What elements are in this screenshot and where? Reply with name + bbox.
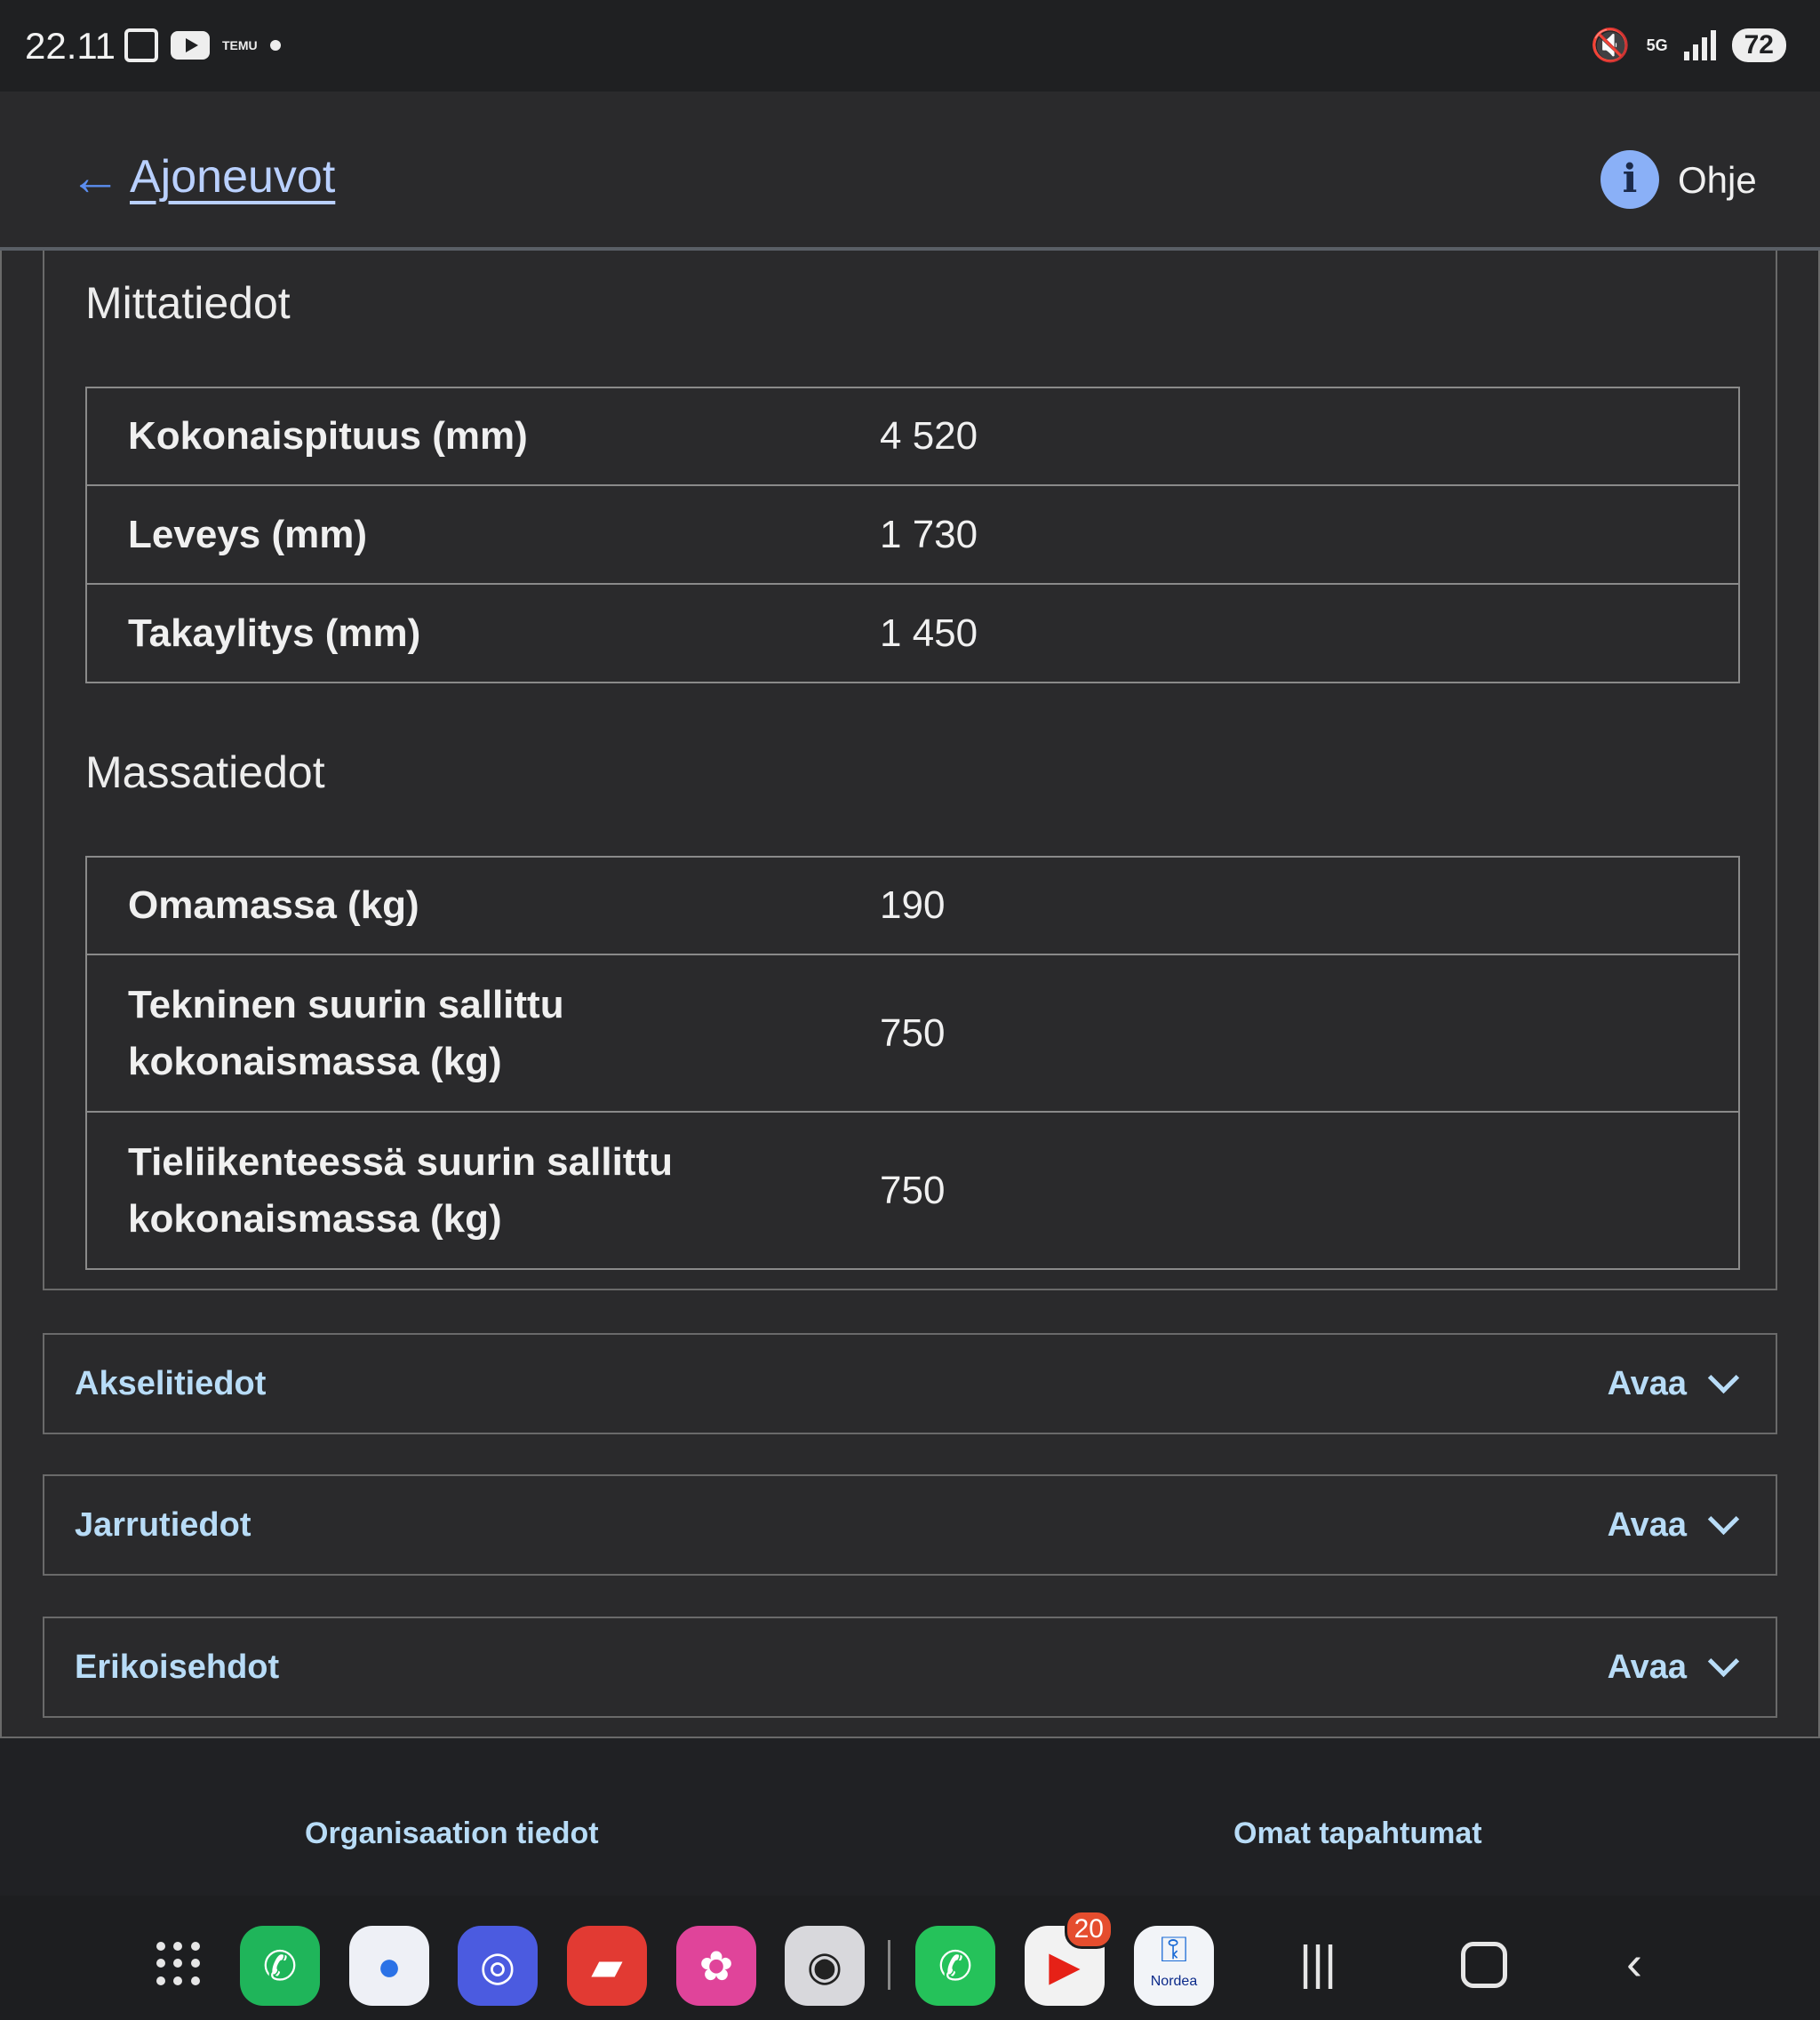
- app-header: ← Ajoneuvot i Ohje: [0, 92, 1820, 251]
- row-label: Takaylitys (mm): [86, 583, 880, 683]
- measurements-heading: Mittatiedot: [85, 278, 291, 328]
- chevron-down-icon[interactable]: [1707, 1503, 1740, 1536]
- internet-browser-app-icon[interactable]: ◎: [458, 1926, 538, 2006]
- youtube-notification-icon: [171, 31, 210, 60]
- accordion-open-button[interactable]: Avaa: [1608, 1649, 1687, 1687]
- accordion-label[interactable]: Erikoisehdot: [75, 1649, 279, 1687]
- accordion-jarrutiedot[interactable]: Jarrutiedot Avaa: [43, 1474, 1777, 1576]
- notification-badge: 20: [1064, 1910, 1114, 1949]
- accordion-open-button[interactable]: Avaa: [1608, 1506, 1687, 1545]
- messages-app-icon[interactable]: ●: [349, 1926, 429, 2006]
- page-footer: Organisaation tiedot Omat tapahtumat: [0, 1768, 1820, 1892]
- accordion-akselitiedot[interactable]: Akselitiedot Avaa: [43, 1333, 1777, 1434]
- whatsapp-app-icon[interactable]: ✆: [915, 1926, 995, 2006]
- chevron-down-icon[interactable]: [1707, 1645, 1740, 1678]
- battery-indicator: 72: [1731, 28, 1786, 62]
- status-time: 22.11: [25, 25, 116, 67]
- system-dock: ✆ ● ◎ ▰ ✿ ◉ ✆ ▶ 20 ⚿ Nordea ||| ‹: [0, 1896, 1820, 2020]
- recent-apps-icon[interactable]: |||: [1299, 1936, 1337, 1990]
- table-row: Leveys (mm) 1 730: [86, 484, 1739, 584]
- mass-table: Omamassa (kg) 190 Tekninen suurin sallit…: [85, 856, 1740, 1270]
- help-link[interactable]: Ohje: [1678, 159, 1757, 202]
- phone-app-icon[interactable]: ✆: [240, 1926, 320, 2006]
- table-row: Tekninen suurin sallittu kokonaismassa (…: [86, 954, 1739, 1112]
- screenshot-icon: [124, 28, 158, 62]
- home-icon[interactable]: [1461, 1942, 1507, 1988]
- table-row: Tieliikenteessä suurin sallittu kokonais…: [86, 1111, 1739, 1269]
- table-row: Omamassa (kg) 190: [86, 856, 1739, 954]
- back-arrow-icon[interactable]: ←: [69, 152, 121, 204]
- row-value: 4 520: [880, 387, 1739, 485]
- back-link-ajoneuvot[interactable]: Ajoneuvot: [130, 150, 335, 204]
- row-value: 1 450: [880, 583, 1739, 683]
- camera-app-icon[interactable]: ◉: [785, 1926, 865, 2006]
- accordion-label[interactable]: Jarrutiedot: [75, 1506, 251, 1545]
- measurements-table: Kokonaispituus (mm) 4 520 Leveys (mm) 1 …: [85, 387, 1740, 683]
- vehicle-details-content: Mittatiedot Kokonaispituus (mm) 4 520 Le…: [0, 251, 1820, 1738]
- row-value: 1 730: [880, 484, 1739, 584]
- temu-notification-icon: TEMU: [222, 38, 258, 52]
- table-row: Kokonaispituus (mm) 4 520: [86, 387, 1739, 485]
- mass-heading: Massatiedot: [85, 747, 325, 797]
- network-5g-icon: 5G: [1646, 36, 1668, 54]
- gallery-app-icon[interactable]: ✿: [676, 1926, 756, 2006]
- nordea-app-label: Nordea: [1150, 1974, 1198, 1989]
- row-label: Tieliikenteessä suurin sallittu kokonais…: [86, 1111, 880, 1269]
- accordion-erikoisehdot[interactable]: Erikoisehdot Avaa: [43, 1617, 1777, 1718]
- row-label: Tekninen suurin sallittu kokonaismassa (…: [86, 954, 880, 1112]
- nordea-app-icon[interactable]: ⚿ Nordea: [1134, 1926, 1214, 2006]
- status-bar: 22.11 TEMU 🔇 5G 72: [0, 0, 1820, 92]
- footer-link-own-events[interactable]: Omat tapahtumat: [1233, 1816, 1482, 1851]
- signal-strength-icon: [1683, 30, 1716, 60]
- battery-level: 72: [1744, 30, 1774, 60]
- accordion-open-button[interactable]: Avaa: [1608, 1365, 1687, 1403]
- mute-icon: 🔇: [1590, 27, 1631, 63]
- dock-divider: [888, 1940, 890, 1990]
- table-row: Takaylitys (mm) 1 450: [86, 583, 1739, 683]
- info-icon[interactable]: i: [1600, 150, 1659, 209]
- row-value: 750: [880, 954, 1739, 1112]
- more-notifications-dot-icon: [269, 40, 281, 51]
- row-label: Kokonaispituus (mm): [86, 387, 880, 485]
- back-nav-icon[interactable]: ‹: [1626, 1936, 1642, 1990]
- youtube-app-icon[interactable]: ▶ 20: [1025, 1910, 1114, 2006]
- row-label: Omamassa (kg): [86, 856, 880, 954]
- row-label: Leveys (mm): [86, 484, 880, 584]
- row-value: 750: [880, 1111, 1739, 1269]
- chevron-down-icon[interactable]: [1707, 1361, 1740, 1394]
- technical-data-panel: Mittatiedot Kokonaispituus (mm) 4 520 Le…: [43, 251, 1777, 1290]
- notes-app-icon[interactable]: ▰: [567, 1926, 647, 2006]
- accordion-label[interactable]: Akselitiedot: [75, 1365, 266, 1403]
- footer-link-organisation[interactable]: Organisaation tiedot: [305, 1816, 599, 1851]
- key-icon: ⚿: [1160, 1930, 1188, 1969]
- app-drawer-icon[interactable]: [156, 1942, 203, 1988]
- row-value: 190: [880, 856, 1739, 954]
